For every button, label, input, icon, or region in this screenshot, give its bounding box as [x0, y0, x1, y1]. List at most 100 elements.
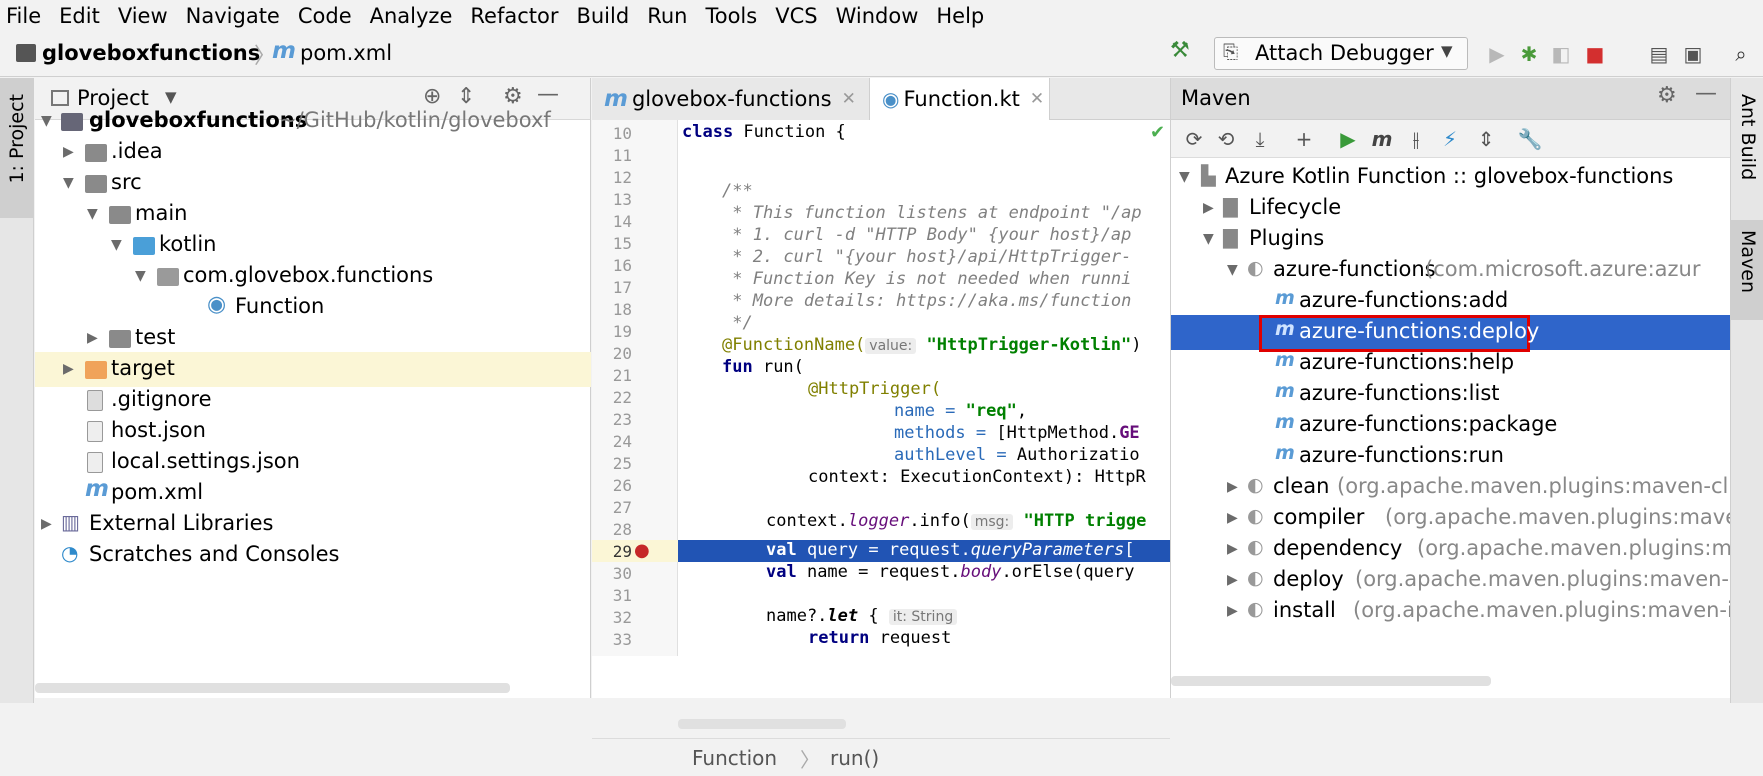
- menu-view[interactable]: View: [118, 4, 168, 28]
- chevron-right-icon: 〉: [800, 748, 820, 772]
- tree-row-idea[interactable]: ▶ .idea: [35, 135, 591, 170]
- menu-code[interactable]: Code: [298, 4, 352, 28]
- tree-row-local-settings[interactable]: local.settings.json: [35, 445, 591, 480]
- maven-row[interactable]: ▶ ▇ Lifecycle: [1171, 191, 1731, 226]
- line-number: 22: [612, 388, 632, 407]
- maven-row[interactable]: ▶ ◐ clean (org.apache.maven.plugins:mave…: [1171, 470, 1731, 505]
- run-icon[interactable]: ▶: [1333, 122, 1363, 156]
- reload-icon[interactable]: ⟳: [1179, 122, 1209, 156]
- run-config-selector[interactable]: ⎘ Attach Debugger ▼: [1214, 37, 1468, 70]
- tree-row-root[interactable]: ▼ gloveboxfunctions ~/GitHub/kotlin/glov…: [35, 104, 591, 139]
- maven-row[interactable]: m azure-functions:run: [1171, 439, 1731, 474]
- tree-row-package[interactable]: ▼ com.glovebox.functions: [35, 259, 591, 294]
- code-line: /**: [722, 181, 753, 201]
- nav-project[interactable]: gloveboxfunctions: [42, 41, 260, 65]
- tool-tab-maven[interactable]: Maven: [1731, 220, 1763, 320]
- tree-row-host-json[interactable]: host.json: [35, 414, 591, 449]
- tree-row-scratches[interactable]: ◔ Scratches and Consoles: [35, 538, 591, 573]
- maven-row-label: azure-functions:package: [1299, 412, 1558, 436]
- tab-glovebox-functions[interactable]: m glovebox-functions ✕: [592, 78, 870, 120]
- tree-label: External Libraries: [89, 511, 274, 535]
- close-icon[interactable]: ✕: [1030, 89, 1044, 109]
- tree-row-target[interactable]: ▶ target: [35, 352, 591, 387]
- menu-tools[interactable]: Tools: [705, 4, 757, 28]
- menu-vcs[interactable]: VCS: [775, 4, 817, 28]
- tree-row-function[interactable]: ◉ Function: [35, 290, 591, 325]
- maven-goal-icon[interactable]: m: [1367, 122, 1397, 156]
- maven-goal-icon: m: [1275, 287, 1295, 309]
- line-number: 27: [612, 498, 632, 517]
- maven-row[interactable]: m azure-functions:list: [1171, 377, 1731, 412]
- code-token: query = request.: [796, 540, 971, 560]
- terminal-icon[interactable]: ▣: [1678, 39, 1708, 69]
- collapse-all-icon[interactable]: ⇕: [1471, 122, 1501, 156]
- maven-row[interactable]: ▶ ◐ dependency (org.apache.maven.plugins…: [1171, 532, 1732, 567]
- expand-arrow-icon: ▶: [87, 330, 98, 346]
- line-number: 18: [612, 300, 632, 319]
- coverage-icon[interactable]: ◧: [1546, 39, 1576, 69]
- run-icon[interactable]: ▶: [1482, 39, 1512, 69]
- horizontal-scrollbar[interactable]: [35, 683, 510, 693]
- skip-tests-icon[interactable]: ⫲: [1401, 122, 1431, 156]
- tool-tab-ant-build[interactable]: Ant Build: [1731, 88, 1763, 208]
- tool-tab-project[interactable]: 1: Project: [0, 78, 33, 218]
- project-structure-icon[interactable]: ▤: [1644, 39, 1674, 69]
- tree-row-main[interactable]: ▼ main: [35, 197, 591, 232]
- maven-row-label: azure-functions:run: [1299, 443, 1504, 467]
- search-icon[interactable]: ⌕: [1726, 39, 1756, 69]
- tree-row-kotlin[interactable]: ▼ kotlin: [35, 228, 591, 263]
- expand-arrow-icon: ▶: [63, 144, 74, 160]
- code-line: * This function listens at endpoint "/ap: [722, 203, 1142, 223]
- maven-row[interactable]: ▼ ◐ azure-functions (com.microsoft.azure…: [1171, 253, 1731, 288]
- hammer-icon[interactable]: ⚒: [1170, 38, 1190, 63]
- maven-scrollbar[interactable]: [1171, 676, 1491, 686]
- wrench-icon[interactable]: 🔧: [1515, 122, 1545, 156]
- tree-row-gitignore[interactable]: .gitignore: [35, 383, 591, 418]
- maven-goal-icon: m: [1275, 411, 1295, 433]
- tree-row-external-libraries[interactable]: ▶ ▥ External Libraries: [35, 507, 591, 542]
- maven-row[interactable]: ▶ ◐ compiler (org.apache.maven.plugins:m…: [1171, 501, 1738, 536]
- generate-sources-icon[interactable]: ⟲: [1211, 122, 1241, 156]
- breadcrumb-item[interactable]: Function: [692, 746, 777, 770]
- nav-file[interactable]: pom.xml: [300, 41, 392, 65]
- collapse-arrow-icon: ▼: [1179, 169, 1190, 185]
- folder-icon: [109, 330, 131, 348]
- debug-icon[interactable]: ✱: [1514, 39, 1544, 69]
- expand-arrow-icon: ▶: [41, 516, 52, 532]
- download-icon[interactable]: ⤓: [1245, 122, 1275, 156]
- breakpoint-icon[interactable]: ●: [634, 540, 650, 561]
- maven-panel-title: Maven: [1181, 86, 1251, 110]
- maven-row[interactable]: ▼ ▇ Plugins: [1171, 222, 1731, 257]
- stop-icon[interactable]: ■: [1580, 39, 1610, 69]
- maven-row[interactable]: ▼ ▙ Azure Kotlin Function :: glovebox-fu…: [1171, 160, 1731, 195]
- offline-icon[interactable]: ⚡: [1435, 122, 1465, 156]
- tree-row-test[interactable]: ▶ test: [35, 321, 591, 356]
- maven-row[interactable]: ▶ ◐ deploy (org.apache.maven.plugins:mav…: [1171, 563, 1731, 598]
- tree-row-src[interactable]: ▼ src: [35, 166, 591, 201]
- menu-analyze[interactable]: Analyze: [370, 4, 453, 28]
- add-icon[interactable]: +: [1289, 122, 1319, 156]
- menu-window[interactable]: Window: [836, 4, 919, 28]
- tab-function-kt[interactable]: ◉ Function.kt ✕: [870, 78, 1050, 120]
- editor-scrollbar[interactable]: [678, 719, 846, 729]
- maven-row[interactable]: ▶ ◐ install (org.apache.maven.plugins:ma…: [1171, 594, 1733, 629]
- breadcrumb-item[interactable]: run(): [830, 746, 879, 770]
- menu-navigate[interactable]: Navigate: [186, 4, 280, 28]
- expand-arrow-icon: ▶: [1227, 510, 1238, 526]
- menu-help[interactable]: Help: [936, 4, 984, 28]
- menu-file[interactable]: File: [6, 4, 41, 28]
- maven-row[interactable]: m azure-functions:help: [1171, 346, 1731, 381]
- maven-row[interactable]: m azure-functions:package: [1171, 408, 1731, 443]
- gear-icon[interactable]: ⚙: [1657, 83, 1677, 108]
- menu-build[interactable]: Build: [576, 4, 629, 28]
- maven-row-selected[interactable]: m azure-functions:deploy: [1171, 315, 1731, 352]
- line-number: 31: [612, 586, 632, 605]
- maven-goal-icon: m: [1275, 318, 1295, 340]
- close-icon[interactable]: ✕: [842, 89, 856, 109]
- menu-edit[interactable]: Edit: [59, 4, 100, 28]
- menu-refactor[interactable]: Refactor: [470, 4, 558, 28]
- tree-row-pom[interactable]: m pom.xml: [35, 476, 591, 511]
- menu-run[interactable]: Run: [647, 4, 687, 28]
- maven-row[interactable]: m azure-functions:add: [1171, 284, 1731, 319]
- hide-icon[interactable]: —: [1695, 81, 1717, 106]
